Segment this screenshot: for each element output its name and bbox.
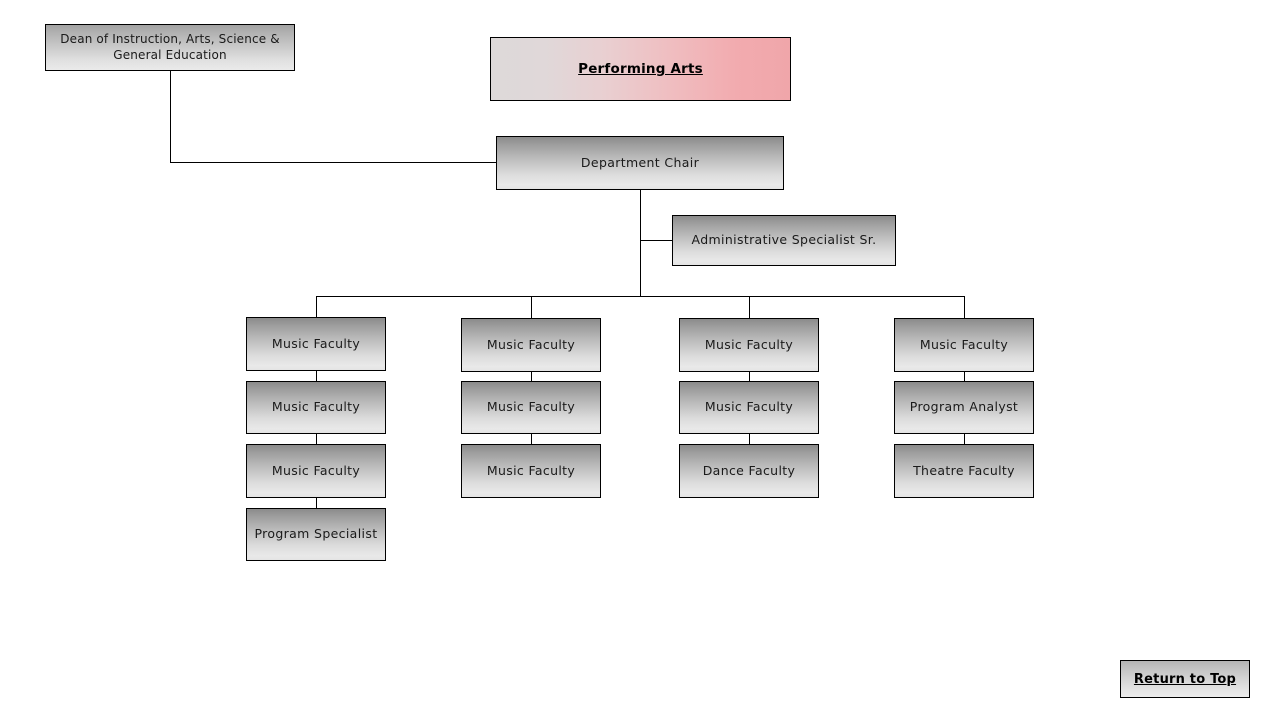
node-label: Department Chair: [580, 154, 700, 170]
org-chart-canvas: Performing Arts Dean of Instruction, Art…: [0, 0, 1280, 720]
connector-column-2-link-1: [531, 372, 532, 381]
node-column-4-item-2[interactable]: Program Analyst: [894, 381, 1034, 434]
connector-drop-column-1: [316, 296, 317, 318]
connector-chair-trunk: [640, 190, 641, 297]
node-column-4-item-1[interactable]: Music Faculty: [894, 318, 1034, 372]
node-dean-of-instruction[interactable]: Dean of Instruction, Arts, Science & Gen…: [45, 24, 295, 71]
node-label: Dean of Instruction, Arts, Science & Gen…: [60, 31, 280, 62]
node-department-chair[interactable]: Department Chair: [496, 136, 784, 190]
return-to-top-button[interactable]: Return to Top: [1120, 660, 1250, 698]
node-label: Music Faculty: [704, 399, 794, 415]
node-column-3-item-3[interactable]: Dance Faculty: [679, 444, 819, 498]
node-column-2-item-1[interactable]: Music Faculty: [461, 318, 601, 372]
connector-column-2-link-2: [531, 434, 532, 444]
node-column-3-item-2[interactable]: Music Faculty: [679, 381, 819, 434]
node-label: Music Faculty: [271, 462, 361, 478]
connector-column-1-link-2: [316, 434, 317, 444]
node-column-1-item-1[interactable]: Music Faculty: [246, 317, 386, 371]
return-to-top-label: Return to Top: [1133, 671, 1237, 687]
node-label: Music Faculty: [486, 462, 576, 478]
node-column-2-item-3[interactable]: Music Faculty: [461, 444, 601, 498]
node-label: Administrative Specialist Sr.: [691, 232, 877, 248]
node-label: Music Faculty: [271, 335, 361, 351]
connector-dean-vertical: [170, 71, 171, 163]
node-label: Music Faculty: [486, 336, 576, 352]
connector-assistant-stub: [640, 240, 673, 241]
node-label: Theatre Faculty: [913, 462, 1015, 478]
connector-column-3-link-2: [749, 434, 750, 444]
node-label: Music Faculty: [271, 399, 361, 415]
node-column-1-item-2[interactable]: Music Faculty: [246, 381, 386, 434]
node-column-1-item-3[interactable]: Music Faculty: [246, 444, 386, 498]
chart-title-banner: Performing Arts: [490, 37, 791, 101]
connector-drop-column-4: [964, 296, 965, 318]
node-column-2-item-2[interactable]: Music Faculty: [461, 381, 601, 434]
connector-sibling-bar: [316, 296, 965, 297]
chart-title-text: Performing Arts: [578, 61, 703, 77]
node-label: Program Specialist: [254, 526, 378, 542]
connector-column-4-link-2: [964, 434, 965, 444]
connector-dean-horizontal: [170, 162, 497, 163]
node-label: Music Faculty: [919, 336, 1009, 352]
node-column-3-item-1[interactable]: Music Faculty: [679, 318, 819, 372]
node-label: Music Faculty: [704, 336, 794, 352]
node-administrative-specialist[interactable]: Administrative Specialist Sr.: [672, 215, 896, 266]
node-column-4-item-3[interactable]: Theatre Faculty: [894, 444, 1034, 498]
connector-drop-column-2: [531, 296, 532, 318]
node-label: Music Faculty: [486, 399, 576, 415]
node-label: Dance Faculty: [702, 462, 796, 478]
connector-drop-column-3: [749, 296, 750, 318]
connector-column-1-link-3: [316, 498, 317, 508]
connector-column-3-link-1: [749, 372, 750, 381]
node-column-1-item-4[interactable]: Program Specialist: [246, 508, 386, 561]
connector-column-4-link-1: [964, 372, 965, 381]
node-label: Program Analyst: [909, 399, 1019, 415]
connector-column-1-link-1: [316, 371, 317, 381]
